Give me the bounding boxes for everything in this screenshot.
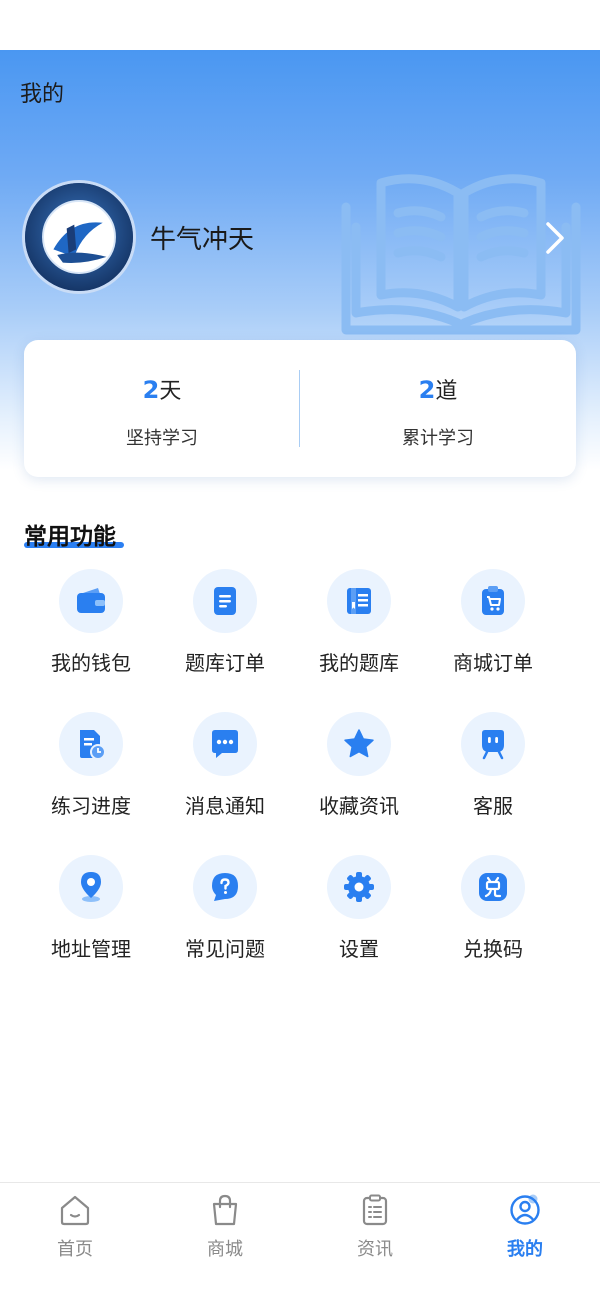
function-label: 我的题库 <box>319 651 399 675</box>
tab-mall[interactable]: 商城 <box>150 1183 300 1273</box>
shopping-bag-icon <box>212 1194 238 1226</box>
shopping-cart-clipboard-icon <box>482 586 504 615</box>
function-label: 练习进度 <box>51 794 131 818</box>
function-label: 常见问题 <box>185 937 265 961</box>
status-bar <box>0 0 600 50</box>
tab-mine[interactable]: 我的 <box>450 1183 600 1273</box>
stat-study-days[interactable]: 2天 坚持学习 <box>24 340 300 477</box>
function-faq[interactable]: 常见问题 <box>158 855 292 975</box>
star-icon <box>344 729 374 758</box>
function-my-question-bank[interactable]: 我的题库 <box>292 569 426 689</box>
function-label: 客服 <box>473 794 513 818</box>
wallet-icon <box>77 588 105 613</box>
function-label: 兑换码 <box>463 937 523 961</box>
question-bubble-icon <box>212 873 238 901</box>
function-label: 设置 <box>339 937 379 961</box>
stztc-logo-icon <box>25 183 133 291</box>
page-title: 我的 <box>20 82 65 107</box>
stats-card: 2天 坚持学习 2道 累计学习 <box>24 340 576 477</box>
username[interactable]: 牛气冲天 <box>150 219 254 256</box>
tab-home[interactable]: 首页 <box>0 1183 150 1273</box>
section-title: 常用功能 <box>24 524 116 550</box>
customer-service-icon <box>482 730 504 760</box>
function-label: 地址管理 <box>51 937 131 961</box>
tab-label: 资讯 <box>357 1239 393 1260</box>
tab-news[interactable]: 资讯 <box>300 1183 450 1273</box>
function-mall-orders[interactable]: 商城订单 <box>426 569 560 689</box>
chevron-right-icon[interactable] <box>540 218 570 258</box>
avatar[interactable] <box>22 180 136 294</box>
stat-label: 坚持学习 <box>126 428 198 449</box>
function-label: 收藏资讯 <box>319 794 399 818</box>
tab-label: 首页 <box>57 1239 93 1260</box>
function-label: 我的钱包 <box>51 651 131 675</box>
book-stack-icon <box>347 588 371 614</box>
function-practice-progress[interactable]: 练习进度 <box>24 712 158 832</box>
stat-label: 累计学习 <box>402 428 474 449</box>
document-list-icon <box>214 587 236 615</box>
bottom-tab-bar: 首页 商城 资讯 我的 <box>0 1182 600 1315</box>
function-settings[interactable]: 设置 <box>292 855 426 975</box>
document-clock-icon <box>80 730 106 760</box>
chat-bubble-icon <box>212 730 238 758</box>
function-customer-service[interactable]: 客服 <box>426 712 560 832</box>
function-favorite-news[interactable]: 收藏资讯 <box>292 712 426 832</box>
function-my-wallet[interactable]: 我的钱包 <box>24 569 158 689</box>
function-label: 消息通知 <box>185 794 265 818</box>
function-label: 商城订单 <box>453 651 533 675</box>
tab-label: 商城 <box>207 1239 243 1260</box>
gear-icon <box>344 872 374 902</box>
function-address-management[interactable]: 地址管理 <box>24 855 158 975</box>
function-question-bank-orders[interactable]: 题库订单 <box>158 569 292 689</box>
redeem-badge-icon <box>479 873 507 901</box>
stat-value: 2道 <box>418 376 458 404</box>
stat-total-questions[interactable]: 2道 累计学习 <box>300 340 576 477</box>
tab-label: 我的 <box>507 1239 543 1260</box>
location-pin-icon <box>81 872 101 902</box>
user-circle-icon <box>510 1194 540 1225</box>
function-redeem-code[interactable]: 兑换码 <box>426 855 560 975</box>
function-message-notifications[interactable]: 消息通知 <box>158 712 292 832</box>
stat-value: 2天 <box>142 376 182 404</box>
home-icon <box>60 1195 90 1226</box>
function-label: 题库订单 <box>185 651 265 675</box>
clipboard-icon <box>362 1194 388 1226</box>
